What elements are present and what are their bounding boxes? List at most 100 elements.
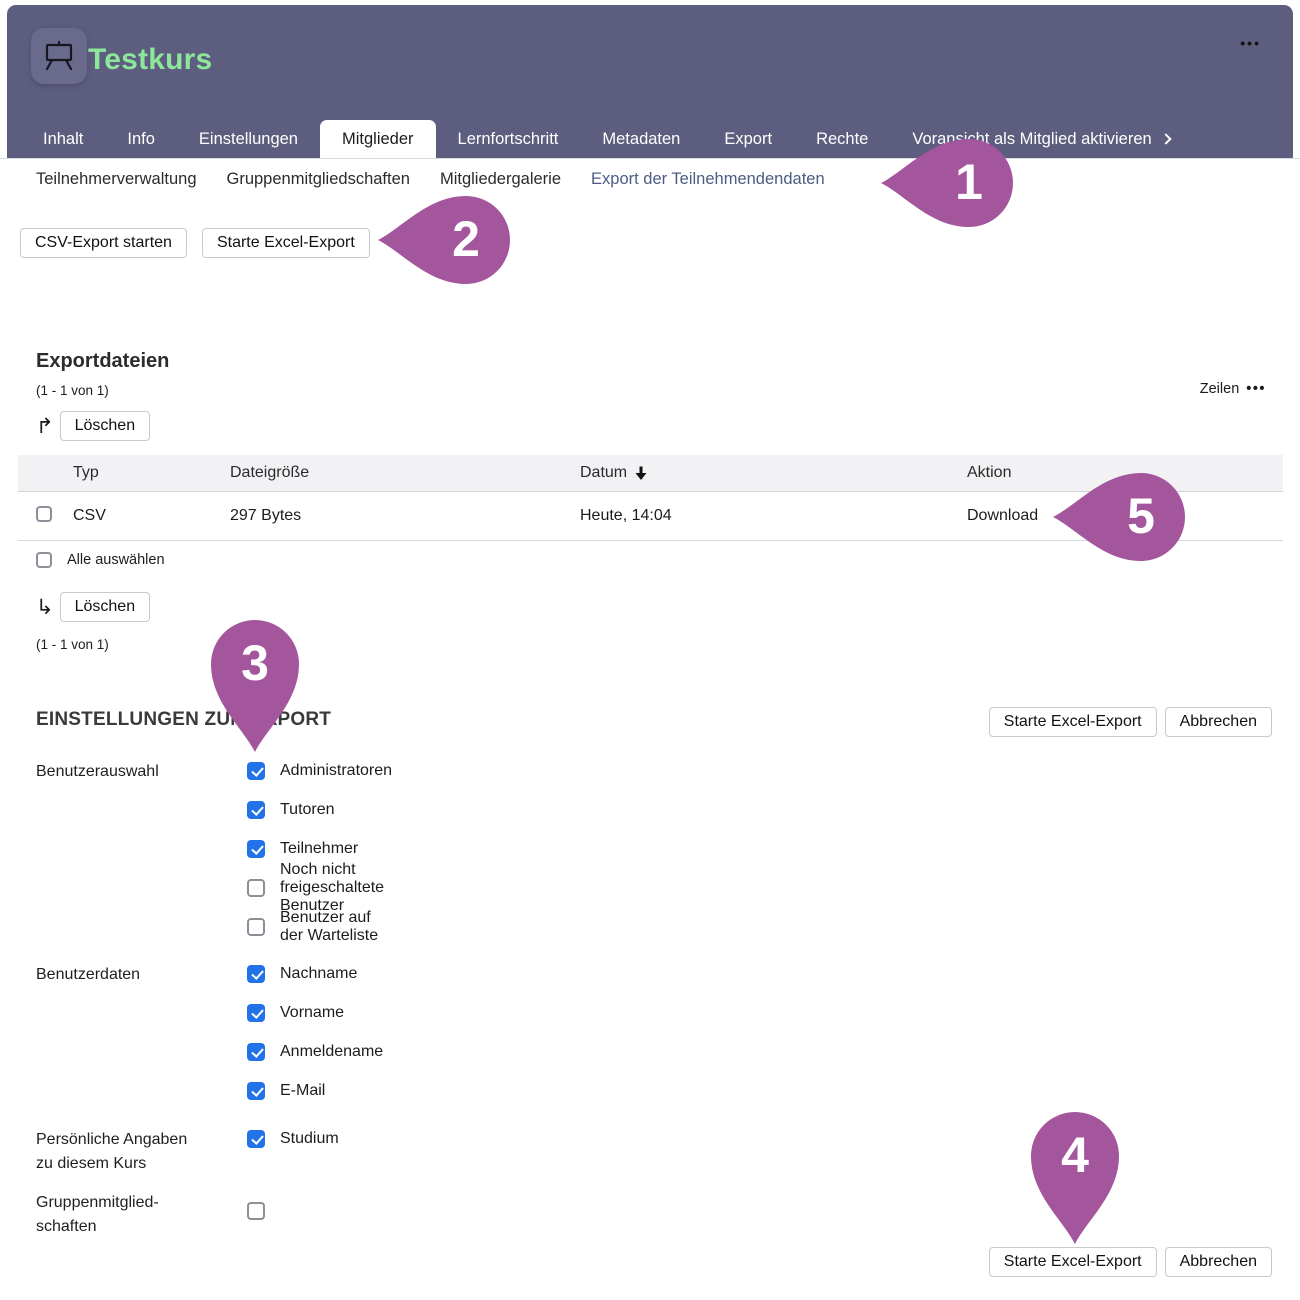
course-icon [31, 28, 87, 84]
result-count-bottom: (1 - 1 von 1) [36, 637, 109, 652]
col-dateigroesse: Dateigröße [230, 464, 580, 482]
option-studium: Studium [247, 1128, 339, 1150]
marker-3-number: 3 [241, 634, 269, 692]
tab-metadaten[interactable]: Metadaten [580, 120, 702, 158]
subtab-export-teilnehmendendaten[interactable]: Export der Teilnehmendendaten [591, 170, 825, 189]
easel-board-icon [42, 39, 76, 73]
cancel-button-bottom[interactable]: Abbrechen [1165, 1247, 1272, 1277]
course-header: Testkurs ••• Inhalt Info Einstellungen M… [7, 5, 1293, 158]
option-email: E-Mail [247, 1080, 383, 1102]
option-nachname: Nachname [247, 963, 383, 985]
option-warteliste: Benutzer auf der Warteliste [247, 916, 392, 938]
select-all-row: Alle auswählen [36, 552, 165, 568]
subtab-teilnehmerverwaltung[interactable]: Teilnehmerverwaltung [36, 170, 197, 189]
checkbox-vorname[interactable] [247, 1004, 265, 1022]
tab-rechte[interactable]: Rechte [794, 120, 890, 158]
option-label: Tutoren [280, 801, 335, 819]
cell-size: 297 Bytes [230, 507, 580, 525]
col-datum-label: Datum [580, 464, 627, 482]
checkbox-nachname[interactable] [247, 965, 265, 983]
marker-5-number: 5 [1127, 487, 1155, 545]
option-label: Nachname [280, 965, 357, 983]
option-teilnehmer: Teilnehmer [247, 838, 392, 860]
excel-export-button[interactable]: Starte Excel-Export [202, 228, 370, 258]
rows-menu-button[interactable]: ••• [1246, 381, 1266, 397]
subtab-mitgliedergalerie[interactable]: Mitgliedergalerie [440, 170, 561, 189]
checkbox-warteliste[interactable] [247, 918, 265, 936]
group-label-line2: zu diesem Kurs [36, 1152, 187, 1176]
tab-lernfortschritt[interactable]: Lernfortschritt [436, 120, 581, 158]
group-label-line2: schaften [36, 1215, 159, 1239]
rows-label: Zeilen [1200, 381, 1240, 397]
checkbox-gruppenmitgliedschaften[interactable] [247, 1202, 265, 1220]
checkbox-administratoren[interactable] [247, 762, 265, 780]
excel-export-button-bottom[interactable]: Starte Excel-Export [989, 1247, 1157, 1277]
option-label: E-Mail [280, 1082, 325, 1100]
more-actions-button[interactable]: ••• [1240, 35, 1261, 51]
tab-inhalt[interactable]: Inhalt [21, 120, 105, 158]
checkbox-email[interactable] [247, 1082, 265, 1100]
cell-date: Heute, 14:04 [580, 507, 967, 525]
group-persoenliche-angaben: Persönliche Angaben zu diesem Kurs Studi… [36, 1128, 187, 1176]
option-anmeldename: Anmeldename [247, 1041, 383, 1063]
cancel-button-top[interactable]: Abbrechen [1165, 707, 1272, 737]
result-count-top: (1 - 1 von 1) [36, 383, 109, 398]
marker-3: 3 [209, 618, 301, 754]
checkbox-tutoren[interactable] [247, 801, 265, 819]
sort-desc-icon [634, 465, 648, 481]
checkbox-anmeldename[interactable] [247, 1043, 265, 1061]
delete-button-top[interactable]: Löschen [60, 411, 151, 441]
chevron-right-icon [1160, 133, 1171, 144]
checkbox-nicht-freigeschaltete[interactable] [247, 879, 265, 897]
marker-2-number: 2 [452, 210, 480, 268]
delete-row-top: ↱ Löschen [36, 411, 150, 441]
option-administratoren: Administratoren [247, 760, 392, 782]
select-all-label: Alle auswählen [67, 552, 165, 568]
group-benutzerauswahl: Benutzerauswahl Administratoren Tutoren … [36, 760, 159, 784]
page-title: Testkurs [88, 43, 212, 77]
tab-info[interactable]: Info [105, 120, 177, 158]
tab-mitglieder[interactable]: Mitglieder [320, 120, 436, 158]
group-label-line1: Persönliche Angaben [36, 1128, 187, 1152]
marker-2: 2 [376, 194, 512, 286]
settings-buttons-top: Starte Excel-Export Abbrechen [989, 707, 1272, 737]
option-label: Anmeldename [280, 1043, 383, 1061]
option-label: Vorname [280, 1004, 344, 1022]
option-label: Teilnehmer [280, 840, 358, 858]
group-label: Benutzerauswahl [36, 760, 159, 784]
cell-typ: CSV [73, 507, 230, 525]
option-vorname: Vorname [247, 1002, 383, 1024]
tab-einstellungen[interactable]: Einstellungen [177, 120, 320, 158]
option-label: Administratoren [280, 762, 392, 780]
col-datum-sort[interactable]: Datum [580, 464, 967, 482]
apply-down-arrow-icon: ↳ [36, 597, 54, 617]
option-label: Noch nicht freigeschaltete Benutzer [280, 861, 392, 915]
excel-export-button-top[interactable]: Starte Excel-Export [989, 707, 1157, 737]
tab-export[interactable]: Export [702, 120, 794, 158]
option-gruppenmitgliedschaften [247, 1200, 265, 1222]
checkbox-studium[interactable] [247, 1130, 265, 1148]
option-label: Studium [280, 1130, 339, 1148]
delete-button-bottom[interactable]: Löschen [60, 592, 151, 622]
option-nicht-freigeschaltete: Noch nicht freigeschaltete Benutzer [247, 877, 392, 899]
subtab-gruppenmitgliedschaften[interactable]: Gruppenmitgliedschaften [227, 170, 410, 189]
sub-tabs: Teilnehmerverwaltung Gruppenmitgliedscha… [36, 170, 825, 189]
group-benutzerdaten: Benutzerdaten Nachname Vorname Anmeldena… [36, 963, 140, 987]
rows-control: Zeilen ••• [1200, 381, 1266, 397]
settings-buttons-bottom: Starte Excel-Export Abbrechen [989, 1247, 1272, 1277]
export-actions: CSV-Export starten Starte Excel-Export [20, 228, 370, 258]
marker-5: 5 [1051, 471, 1187, 563]
export-files-heading: Exportdateien [36, 350, 169, 373]
main-tabs: Inhalt Info Einstellungen Mitglieder Ler… [21, 120, 1192, 158]
marker-1: 1 [879, 137, 1015, 229]
col-typ: Typ [73, 464, 230, 482]
header-divider [0, 158, 1300, 159]
marker-4: 4 [1029, 1110, 1121, 1246]
checkbox-teilnehmer[interactable] [247, 840, 265, 858]
row-checkbox[interactable] [36, 506, 52, 522]
group-label: Benutzerdaten [36, 963, 140, 987]
page: Testkurs ••• Inhalt Info Einstellungen M… [0, 0, 1300, 1300]
csv-export-button[interactable]: CSV-Export starten [20, 228, 187, 258]
marker-1-number: 1 [955, 153, 983, 211]
select-all-checkbox[interactable] [36, 552, 52, 568]
